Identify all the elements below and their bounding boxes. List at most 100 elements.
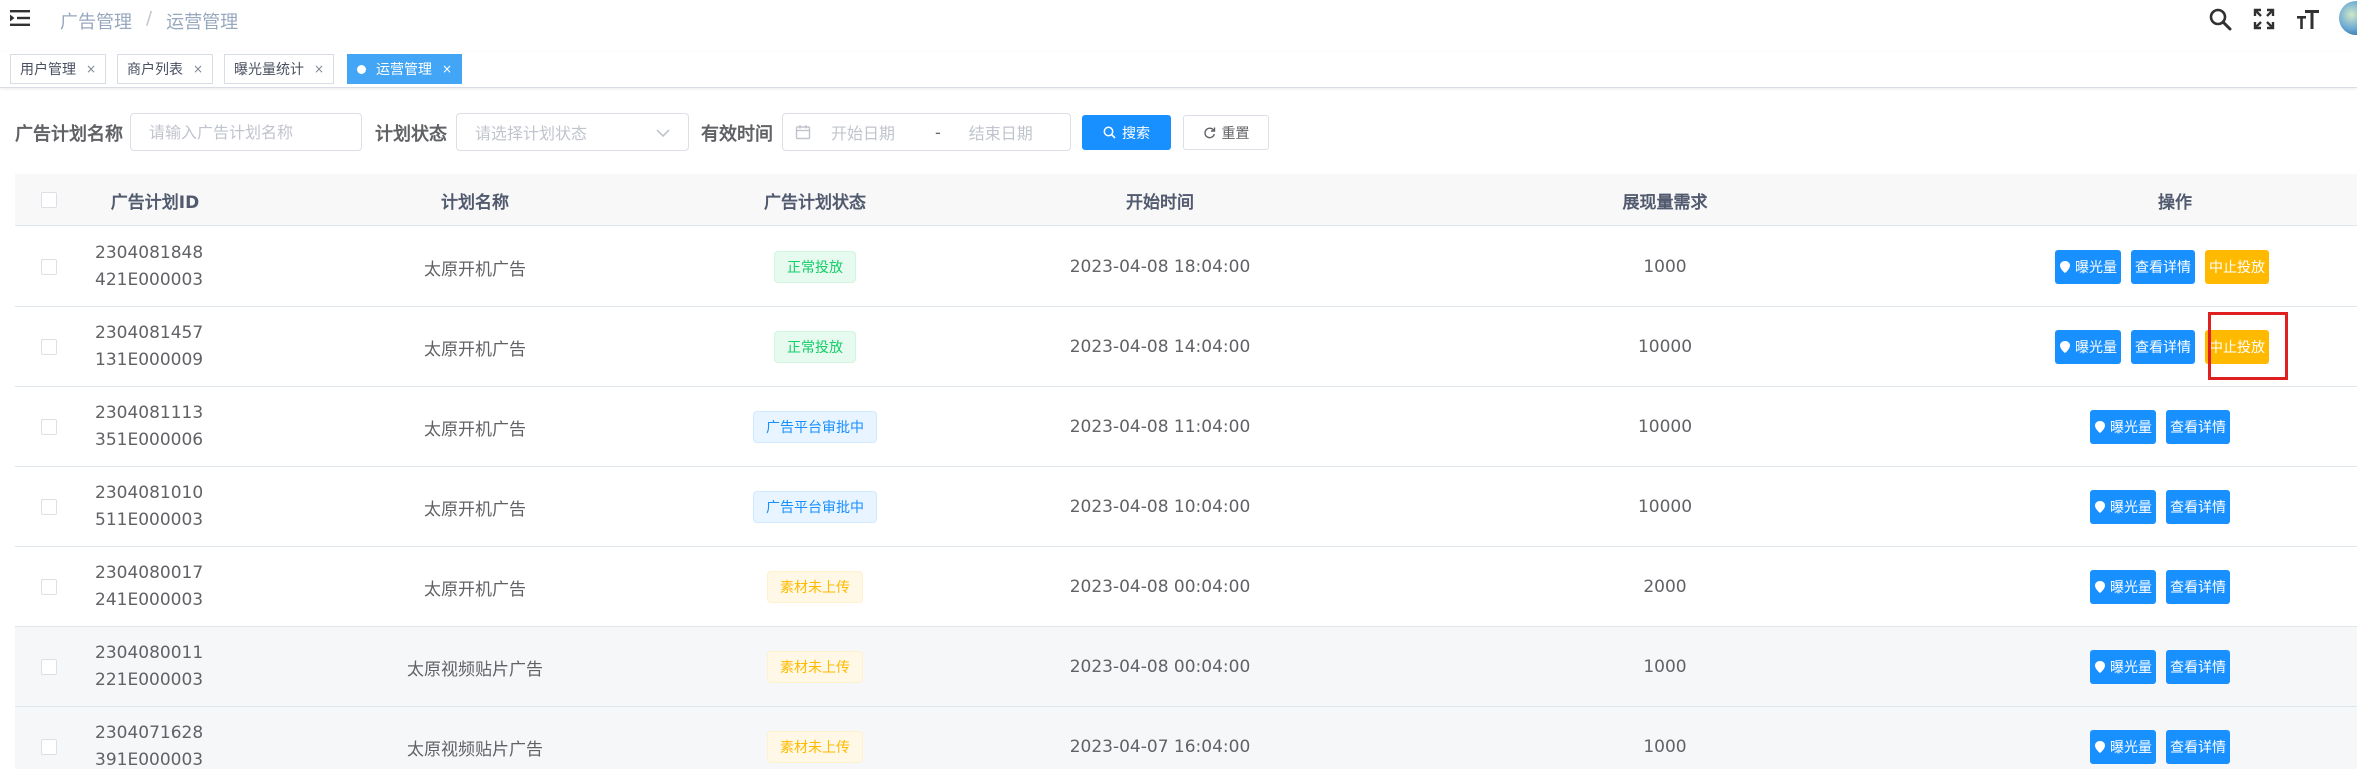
search-icon: [1103, 126, 1116, 139]
column-header-id: 广告计划ID: [110, 192, 200, 213]
row-select-cell: [39, 227, 59, 307]
exposure-button[interactable]: 曝光量: [2090, 650, 2156, 684]
stop-delivery-button[interactable]: 中止投放: [2205, 330, 2269, 364]
start-time-cell: 2023-04-08 00:04:00: [1069, 577, 1251, 597]
exposure-button-label: 曝光量: [2110, 660, 2152, 676]
status-badge: 正常投放: [774, 251, 856, 283]
view-details-button[interactable]: 查看详情: [2166, 490, 2230, 524]
column-header-actions: 操作: [2158, 192, 2192, 213]
column-header-demand: 展现量需求: [1622, 192, 1708, 213]
demand-cell: 1000: [1643, 257, 1687, 277]
demand-cell: 10000: [1637, 417, 1693, 437]
close-icon[interactable]: ×: [442, 62, 452, 76]
reset-button-label: 重置: [1221, 125, 1250, 142]
tag-user-management[interactable]: 用户管理 ×: [10, 54, 107, 84]
view-details-button[interactable]: 查看详情: [2166, 730, 2230, 764]
row-select-cell: [39, 387, 59, 467]
row-checkbox[interactable]: [41, 499, 57, 515]
exposure-button[interactable]: 曝光量: [2090, 410, 2156, 444]
tags-view: 用户管理 × 商户列表 × 曝光量统计 × 运营管理 ×: [0, 52, 2357, 88]
row-checkbox[interactable]: [41, 339, 57, 355]
view-details-button[interactable]: 查看详情: [2166, 410, 2230, 444]
view-details-button-label: 查看详情: [2135, 340, 2191, 356]
status-cell: 正常投放: [675, 227, 955, 307]
actions-cell: 曝光量 查看详情: [2090, 387, 2230, 467]
close-icon[interactable]: ×: [86, 62, 96, 76]
search-button[interactable]: 搜索: [1082, 115, 1171, 150]
plan-status-label: 计划状态: [375, 124, 447, 145]
table-header: 广告计划ID 计划名称 广告计划状态 开始时间 展现量需求 操作: [15, 174, 2357, 226]
exposure-button[interactable]: 曝光量: [2055, 250, 2121, 284]
exposure-button[interactable]: 曝光量: [2090, 570, 2156, 604]
view-details-button-label: 查看详情: [2170, 420, 2226, 436]
plan-id-cell: 2304081848421E000003: [95, 243, 204, 290]
start-date-input[interactable]: 开始日期: [831, 120, 895, 144]
row-select-cell: [39, 307, 59, 387]
refresh-icon: [1203, 126, 1216, 139]
exposure-button[interactable]: 曝光量: [2090, 730, 2156, 764]
plan-id-cell: 2304080017241E000003: [95, 563, 204, 610]
date-range-picker[interactable]: 开始日期 - 结束日期: [782, 113, 1071, 151]
plan-id-cell: 2304080011221E000003: [95, 643, 204, 690]
search-icon[interactable]: [2207, 6, 2233, 32]
view-details-button-label: 查看详情: [2170, 500, 2226, 516]
avatar[interactable]: [2339, 1, 2357, 35]
view-details-button[interactable]: 查看详情: [2166, 570, 2230, 604]
plan-name-cell: 太原视频贴片广告: [407, 739, 543, 760]
view-details-button[interactable]: 查看详情: [2131, 330, 2195, 364]
row-select-cell: [39, 467, 59, 547]
actions-cell: 曝光量 查看详情: [2090, 467, 2230, 547]
table-row: 2304081848421E000003 太原开机广告 正常投放 2023-04-08…: [15, 227, 2357, 307]
table-row: 2304081457131E000009 太原开机广告 正常投放 2023-04-08…: [15, 307, 2357, 387]
close-icon[interactable]: ×: [314, 62, 324, 76]
status-cell: 广告平台审批中: [675, 467, 955, 547]
fullscreen-icon[interactable]: [2251, 6, 2277, 32]
start-time-cell: 2023-04-08 14:04:00: [1069, 337, 1251, 357]
location-pin-icon: [2059, 260, 2071, 274]
stop-delivery-button[interactable]: 中止投放: [2205, 250, 2269, 284]
row-checkbox[interactable]: [41, 659, 57, 675]
font-size-icon[interactable]: [2295, 6, 2321, 32]
exposure-button[interactable]: 曝光量: [2090, 490, 2156, 524]
select-all-checkbox[interactable]: [41, 192, 57, 208]
hamburger-icon[interactable]: [10, 9, 32, 27]
view-details-button[interactable]: 查看详情: [2131, 250, 2195, 284]
tag-label: 曝光量统计: [234, 62, 304, 78]
actions-cell: 曝光量 查看详情: [2090, 627, 2230, 707]
view-details-button-label: 查看详情: [2170, 660, 2226, 676]
demand-cell: 1000: [1643, 657, 1687, 677]
tag-exposure-stats[interactable]: 曝光量统计 ×: [224, 54, 335, 84]
end-date-input[interactable]: 结束日期: [969, 120, 1033, 144]
view-details-button[interactable]: 查看详情: [2166, 650, 2230, 684]
right-menu: [2207, 1, 2357, 35]
row-select-cell: [39, 707, 59, 769]
status-cell: 正常投放: [675, 307, 955, 387]
status-badge: 广告平台审批中: [753, 491, 877, 523]
tag-operation-management[interactable]: 运营管理 ×: [347, 54, 463, 84]
plan-name-cell: 太原视频贴片广告: [407, 659, 543, 680]
reset-button[interactable]: 重置: [1183, 115, 1269, 150]
status-badge: 素材未上传: [767, 571, 863, 603]
location-pin-icon: [2094, 660, 2106, 674]
row-checkbox[interactable]: [41, 739, 57, 755]
actions-cell: 曝光量 查看详情: [2090, 707, 2230, 769]
view-details-button-label: 查看详情: [2170, 580, 2226, 596]
row-checkbox[interactable]: [41, 419, 57, 435]
row-checkbox[interactable]: [41, 579, 57, 595]
status-badge: 素材未上传: [767, 651, 863, 683]
tag-merchant-list[interactable]: 商户列表 ×: [117, 54, 214, 84]
close-icon[interactable]: ×: [193, 62, 203, 76]
start-time-cell: 2023-04-08 10:04:00: [1069, 497, 1251, 517]
plan-status-select[interactable]: 请选择计划状态: [456, 113, 689, 151]
exposure-button[interactable]: 曝光量: [2055, 330, 2121, 364]
location-pin-icon: [2059, 340, 2071, 354]
plan-id-cell: 2304081010511E000003: [95, 483, 204, 530]
column-header-start-time: 开始时间: [1126, 192, 1194, 213]
breadcrumb-item[interactable]: 广告管理: [60, 8, 132, 34]
table-row: 2304071628391E000003 太原视频贴片广告 素材未上传 2023-04…: [15, 707, 2357, 769]
plan-name-input[interactable]: [149, 122, 343, 142]
breadcrumb-separator: /: [146, 8, 153, 29]
row-checkbox[interactable]: [41, 259, 57, 275]
exposure-button-label: 曝光量: [2110, 740, 2152, 756]
location-pin-icon: [2094, 740, 2106, 754]
